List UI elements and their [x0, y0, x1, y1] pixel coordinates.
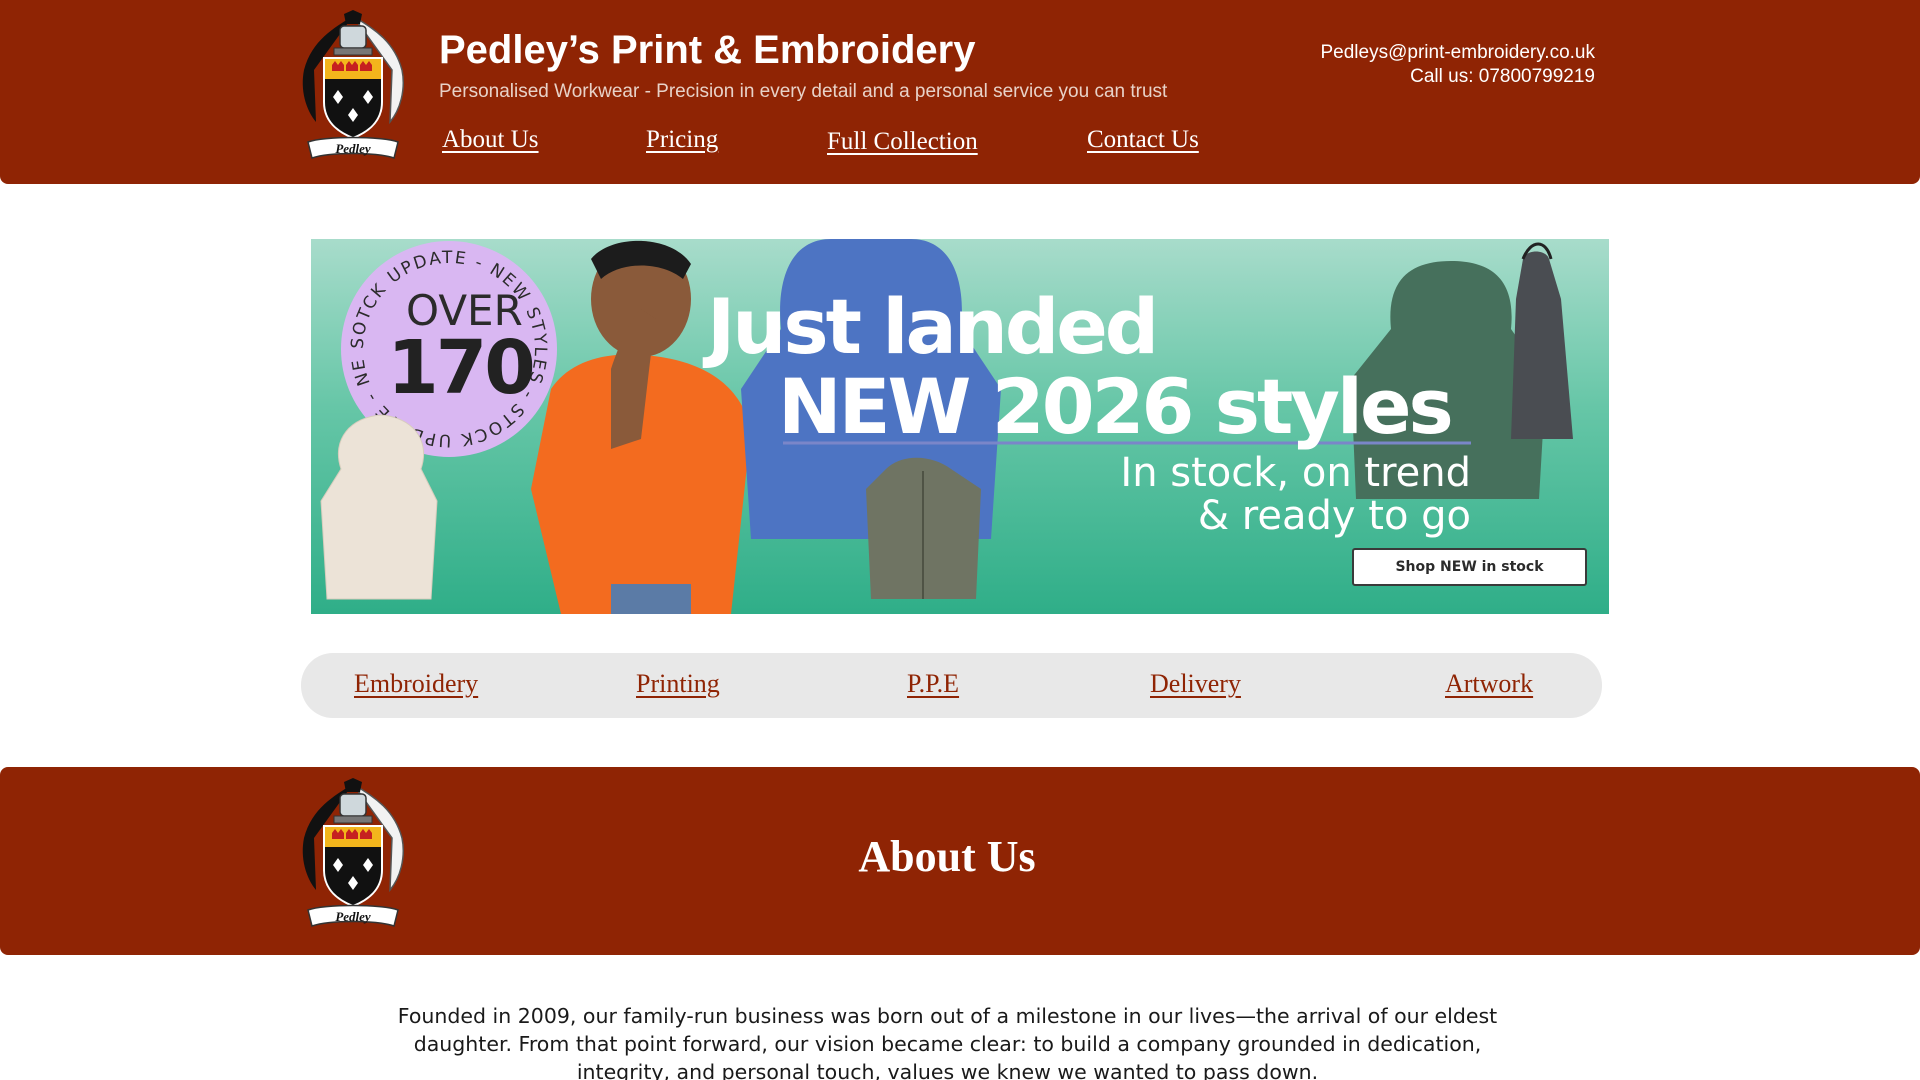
about-us-heading: About Us [858, 832, 1036, 881]
badge-number: 170 [387, 325, 535, 411]
contact-phone[interactable]: Call us: 07800799219 [1410, 66, 1595, 88]
about-section-header: Pedley About Us [0, 767, 1920, 955]
service-link-ppe[interactable]: P.P.E [907, 669, 959, 699]
banner-headline-line1: Just landed [707, 282, 1159, 371]
about-us-paragraph: Founded in 2009, our family-run business… [397, 1004, 1498, 1080]
nav-pricing[interactable]: Pricing [646, 126, 718, 154]
service-link-printing[interactable]: Printing [636, 669, 720, 699]
svg-text:Pedley: Pedley [335, 909, 371, 924]
site-header: Pedley Pedley’s Print & Embroidery Perso… [0, 0, 1920, 184]
service-link-embroidery[interactable]: Embroidery [354, 669, 478, 699]
nav-about-us[interactable]: About Us [442, 126, 539, 154]
site-title: Pedley’s Print & Embroidery [439, 28, 976, 72]
nav-contact-us[interactable]: Contact Us [1087, 126, 1199, 154]
banner-subline2: & ready to go [1197, 493, 1471, 539]
banner-headline-line2: NEW 2026 styles [778, 362, 1454, 451]
site-tagline: Personalised Workwear - Precision in eve… [439, 81, 1168, 102]
banner-subline1: In stock, on trend [1120, 450, 1471, 496]
pedley-crest-logo[interactable]: Pedley [294, 10, 412, 168]
nav-full-collection[interactable]: Full Collection [827, 128, 978, 156]
crest-icon: Pedley [302, 10, 404, 159]
svg-text:Pedley: Pedley [335, 141, 371, 156]
service-link-artwork[interactable]: Artwork [1445, 669, 1533, 699]
grey-apron [1511, 251, 1573, 439]
service-link-delivery[interactable]: Delivery [1150, 669, 1241, 699]
contact-email-link[interactable]: Pedleys@print-embroidery.co.uk [1321, 42, 1596, 64]
cream-hoodie [320, 414, 438, 600]
shop-new-in-stock-button[interactable]: Shop NEW in stock [1352, 548, 1587, 586]
services-nav: Embroidery Printing P.P.E Delivery Artwo… [301, 653, 1602, 718]
